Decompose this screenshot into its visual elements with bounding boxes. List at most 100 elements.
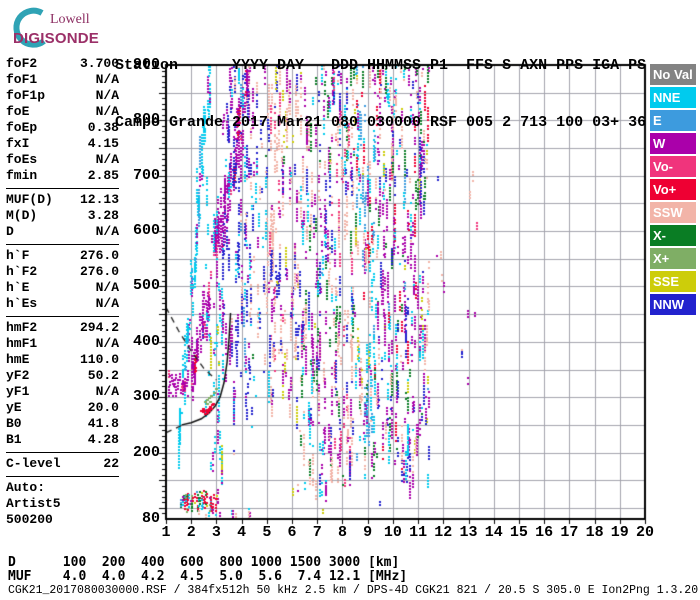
- legend-item-vo-: Vo-: [650, 156, 696, 177]
- legend-item-no-val: No Val: [650, 64, 696, 85]
- param-label: foE: [6, 104, 30, 119]
- legend-item-sse: SSE: [650, 271, 696, 292]
- param-row: fxI 4.15: [6, 136, 119, 152]
- param-label: fxI: [6, 136, 30, 151]
- separator-line: [6, 316, 119, 317]
- param-row: Auto:: [6, 480, 119, 496]
- header-values-row: Campo Grande 2017 Mar21 080 030000 RSF 0…: [115, 114, 647, 131]
- param-label: M(D): [6, 208, 38, 223]
- d-distance-row: D 100 200 400 600 800 1000 1500 3000 [km…: [8, 555, 400, 570]
- param-label: yE: [6, 400, 22, 415]
- param-value: 0.38: [87, 120, 119, 135]
- param-label: hmF1: [6, 336, 38, 351]
- param-row: 500200: [6, 512, 119, 528]
- footer-info: CGK21_2017080030000.RSF / 384fx512h 50 k…: [8, 584, 699, 597]
- station-header: Station YYYY DAY DDD HHMMSS P1 FFS S AXN…: [115, 18, 646, 170]
- legend-item-x-: X-: [650, 225, 696, 246]
- param-value: 276.0: [79, 248, 119, 263]
- param-row: h`F 276.0: [6, 248, 119, 264]
- legend-item-ssw: SSW: [650, 202, 696, 223]
- param-row: yF1 N/A: [6, 384, 119, 400]
- param-label: foEs: [6, 152, 38, 167]
- y-tick-label: 600: [132, 222, 160, 240]
- x-tick-label: 20: [635, 524, 654, 541]
- param-row: hmF2 294.2: [6, 320, 119, 336]
- param-label: hmF2: [6, 320, 38, 335]
- param-value: 294.2: [79, 320, 119, 335]
- y-tick-label: 900: [132, 56, 160, 73]
- param-row: h`F2 276.0: [6, 264, 119, 280]
- legend-item-x-: X+: [650, 248, 696, 269]
- param-row: Artist5: [6, 496, 119, 512]
- y-tick-label: 700: [132, 166, 160, 184]
- separator-line: [6, 244, 119, 245]
- param-label: MUF(D): [6, 192, 53, 207]
- logo-digisonde-text: DIGISONDE: [13, 30, 99, 47]
- param-value: 4.15: [87, 136, 119, 151]
- param-label: foF2: [6, 56, 38, 71]
- y-tick-label: 400: [132, 332, 160, 350]
- param-row: foF1 N/A: [6, 72, 119, 88]
- param-row: B0 41.8: [6, 416, 119, 432]
- logo-lowell-text: Lowell: [50, 12, 90, 27]
- legend-item-vo-: Vo+: [650, 179, 696, 200]
- param-row: foEs N/A: [6, 152, 119, 168]
- param-label: hmE: [6, 352, 30, 367]
- param-row: B1 4.28: [6, 432, 119, 448]
- param-value: N/A: [95, 296, 119, 311]
- legend-item-nnw: NNW: [650, 294, 696, 315]
- legend-item-w: W: [650, 133, 696, 154]
- param-label: D: [6, 224, 14, 239]
- param-value: 12.13: [79, 192, 119, 207]
- param-row: fmin 2.85: [6, 168, 119, 184]
- legend-item-nne: NNE: [650, 87, 696, 108]
- param-label: h`Es: [6, 296, 38, 311]
- param-row: C-level 22: [6, 456, 119, 472]
- param-row: foEp 0.38: [6, 120, 119, 136]
- param-row: yF2 50.2: [6, 368, 119, 384]
- param-label: h`E: [6, 280, 30, 295]
- separator-line: [6, 476, 119, 477]
- param-label: C-level: [6, 456, 61, 471]
- param-label: foF1p: [6, 88, 46, 103]
- lowell-digisonde-logo: Lowell DIGISONDE: [4, 6, 116, 54]
- parameter-panel: foF2 3.700 foF1 N/A foF1p N/A foE N/A foEp 0.38 fx…: [6, 56, 119, 528]
- header-labels-row: Station YYYY DAY DDD HHMMSS P1 FFS S AXN…: [115, 57, 647, 74]
- param-value: 3.28: [87, 208, 119, 223]
- param-row: h`Es N/A: [6, 296, 119, 312]
- param-value: N/A: [95, 280, 119, 295]
- param-row: M(D) 3.28: [6, 208, 119, 224]
- param-row: D N/A: [6, 224, 119, 240]
- echo-direction-legend: No Val NNE E W Vo- Vo+ SSW X- X+ SSE NNW: [650, 64, 696, 317]
- separator-line: [6, 452, 119, 453]
- param-label: yF1: [6, 384, 30, 399]
- y-tick-label: 500: [132, 277, 160, 295]
- param-row: MUF(D) 12.13: [6, 192, 119, 208]
- param-label: B1: [6, 432, 22, 447]
- param-value: 3.700: [79, 56, 119, 71]
- param-value: 2.85: [87, 168, 119, 183]
- param-value: 4.28: [87, 432, 119, 447]
- param-value: N/A: [95, 336, 119, 351]
- param-value: N/A: [95, 152, 119, 167]
- param-row: yE 20.0: [6, 400, 119, 416]
- param-value: N/A: [95, 104, 119, 119]
- param-value: N/A: [95, 224, 119, 239]
- param-value: 20.0: [87, 400, 119, 415]
- y-tick-label: 800: [132, 111, 160, 129]
- param-label: B0: [6, 416, 22, 431]
- param-label: Artist5: [6, 496, 61, 511]
- param-row: hmF1 N/A: [6, 336, 119, 352]
- param-value: N/A: [95, 72, 119, 87]
- param-value: 41.8: [87, 416, 119, 431]
- param-label: h`F2: [6, 264, 38, 279]
- param-row: hmE 110.0: [6, 352, 119, 368]
- param-label: yF2: [6, 368, 30, 383]
- param-value: 276.0: [79, 264, 119, 279]
- param-label: 500200: [6, 512, 53, 527]
- param-value: 50.2: [87, 368, 119, 383]
- y-tick-label: 200: [132, 443, 160, 461]
- param-value: N/A: [95, 88, 119, 103]
- param-row: foF1p N/A: [6, 88, 119, 104]
- param-value: 22: [103, 456, 119, 471]
